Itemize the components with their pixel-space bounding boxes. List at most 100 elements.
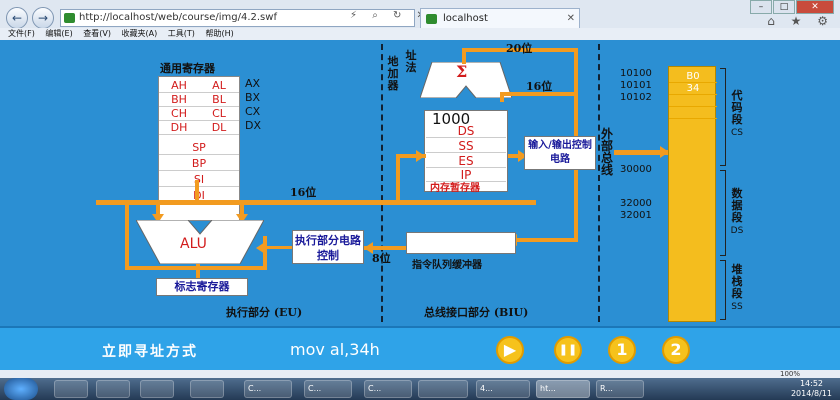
reg-es: ES: [426, 154, 506, 168]
forward-icon[interactable]: →: [32, 7, 54, 29]
memory-column: B0 34: [668, 66, 717, 322]
zoom-level[interactable]: 100%: [780, 370, 800, 378]
reg-dh: DH: [159, 121, 199, 135]
stack-segment-en: SS: [731, 302, 743, 312]
url-text: http://localhost/web/course/img/4.2.swf: [79, 12, 277, 23]
step-2-button[interactable]: 2: [662, 336, 690, 364]
addressing-mode-title: 立即寻址方式: [102, 344, 198, 360]
bus-16bit-label: 16位: [290, 186, 317, 199]
taskbar-app-3[interactable]: [140, 380, 174, 398]
adder-label-1: 地加器: [387, 55, 399, 92]
bus-8bit-label: 8位: [372, 252, 391, 265]
taskbar-app-4[interactable]: [190, 380, 224, 398]
pause-button[interactable]: ❚❚: [554, 336, 582, 364]
tab-title: localhost: [443, 13, 488, 24]
menu-view[interactable]: 查看(V): [83, 29, 111, 38]
reg-cl: CL: [199, 107, 239, 121]
gpr-title: 通用寄存器: [160, 62, 215, 75]
stack-segment-cn: 堆栈段: [731, 263, 743, 300]
code-segment-cn: 代码段: [731, 89, 743, 126]
seg-vertical-path: [396, 154, 400, 204]
start-button[interactable]: [4, 378, 38, 400]
data-segment-cn: 数据段: [731, 187, 743, 224]
taskbar-folder-1[interactable]: C...: [244, 380, 292, 398]
bus-16bit-b-label: 16位: [526, 80, 553, 93]
minimize-button[interactable]: –: [750, 0, 772, 14]
reg-sp: SP: [159, 141, 239, 155]
exec-to-alu-arrow: [256, 242, 265, 254]
reg-dl: DL: [199, 121, 239, 135]
mem-temp-reg-label: 内存暂存器: [430, 183, 480, 194]
url-actions[interactable]: ⚡ ⌕ ↻ ✕: [350, 10, 431, 21]
menu-file[interactable]: 文件(F): [8, 29, 35, 38]
maximize-button[interactable]: □: [773, 0, 795, 14]
taskbar-ie-active[interactable]: ht...: [536, 380, 590, 398]
exec-control-circuit: 执行部分电路控制: [292, 230, 364, 264]
reg-name-dx: DX: [245, 119, 262, 132]
biu-section-label: 总线接口部分 (BIU): [424, 306, 529, 319]
menu-tools[interactable]: 工具(T): [168, 29, 195, 38]
toolbar-icons[interactable]: ⌂ ★ ⚙: [767, 14, 834, 28]
addr-30000: 30000: [620, 164, 652, 175]
play-button[interactable]: ▶: [496, 336, 524, 364]
taskbar-ie-1[interactable]: [418, 380, 468, 398]
mem-cell-blank: [669, 107, 717, 119]
back-icon[interactable]: ←: [6, 7, 28, 29]
instruction-queue-label: 指令队列缓冲器: [412, 260, 482, 271]
close-tab-icon[interactable]: ✕: [567, 9, 575, 28]
reg-ss: SS: [426, 139, 506, 153]
data-seg-bracket: [720, 170, 726, 256]
taskbar-folder-3[interactable]: C...: [364, 380, 412, 398]
menu-favorites[interactable]: 收藏夹(A): [122, 29, 158, 38]
reg-bh: BH: [159, 93, 199, 107]
reg-ch: CH: [159, 107, 199, 121]
reg-bl: BL: [199, 93, 239, 107]
taskbar-folder-2[interactable]: C...: [304, 380, 352, 398]
step-1-button[interactable]: 1: [608, 336, 636, 364]
addr-32000: 32000: [620, 198, 652, 209]
bus-20bit-label: 20位: [506, 42, 533, 55]
menu-edit[interactable]: 编辑(E): [45, 29, 72, 38]
exec-to-alu-path: [264, 246, 292, 249]
taskbar-app-1[interactable]: [54, 380, 88, 398]
menu-help[interactable]: 帮助(H): [205, 29, 233, 38]
reg-name-ax: AX: [245, 77, 261, 90]
cpu-diagram-stage: 通用寄存器 AH AL BH BL CH CL DH DL SP BP SI D…: [0, 40, 840, 326]
taskbar-ie-2[interactable]: 4...: [476, 380, 530, 398]
internal-bus-16bit: [96, 200, 536, 205]
reg-bp: BP: [159, 157, 239, 171]
eu-biu-divider: [381, 44, 383, 322]
stack-segment-label: 堆栈段 SS: [730, 264, 744, 313]
queue-input-path: [516, 238, 578, 242]
stack-seg-bracket: [720, 260, 726, 320]
reg-ds: DS: [426, 124, 506, 138]
clock-date: 2014/8/11: [790, 389, 832, 398]
addr-10101: 10101: [620, 80, 652, 91]
close-window-button[interactable]: ✕: [796, 0, 834, 14]
external-bus-label: 外部总线: [600, 127, 613, 177]
reg-al: AL: [199, 79, 239, 93]
adder-sigma: Σ: [456, 62, 468, 81]
data-segment-label: 数据段 DS: [730, 188, 744, 237]
mem-cell-10100: B0: [669, 71, 717, 83]
code-seg-bracket: [720, 68, 726, 166]
menu-bar: 文件(F) 编辑(E) 查看(V) 收藏夹(A) 工具(T) 帮助(H): [0, 28, 840, 40]
taskbar-app-2[interactable]: [96, 380, 130, 398]
alu-left-path: [125, 200, 129, 268]
addr-10102: 10102: [620, 92, 652, 103]
system-clock[interactable]: 14:52 2014/8/11: [791, 379, 832, 399]
flag-register: 标志寄存器: [156, 278, 248, 296]
reg-si: SI: [159, 173, 239, 187]
taskbar-app-r[interactable]: R...: [596, 380, 644, 398]
adder-label-2: 址法: [405, 49, 417, 74]
windows-taskbar: C... C... C... 4... ht... R... 14:52 201…: [0, 378, 840, 400]
page-favicon: [64, 13, 75, 23]
reg-name-bx: BX: [245, 91, 261, 104]
io-control-circuit: 输入/输出控制电路: [524, 136, 596, 170]
addr-32001: 32001: [620, 210, 652, 221]
mem-cell-10102: [669, 95, 717, 107]
gpr-bus-link: [195, 180, 199, 202]
alu-bottom-path: [125, 266, 265, 270]
eu-section-label: 执行部分 (EU): [226, 306, 303, 319]
browser-tab[interactable]: localhost ✕: [420, 8, 580, 28]
